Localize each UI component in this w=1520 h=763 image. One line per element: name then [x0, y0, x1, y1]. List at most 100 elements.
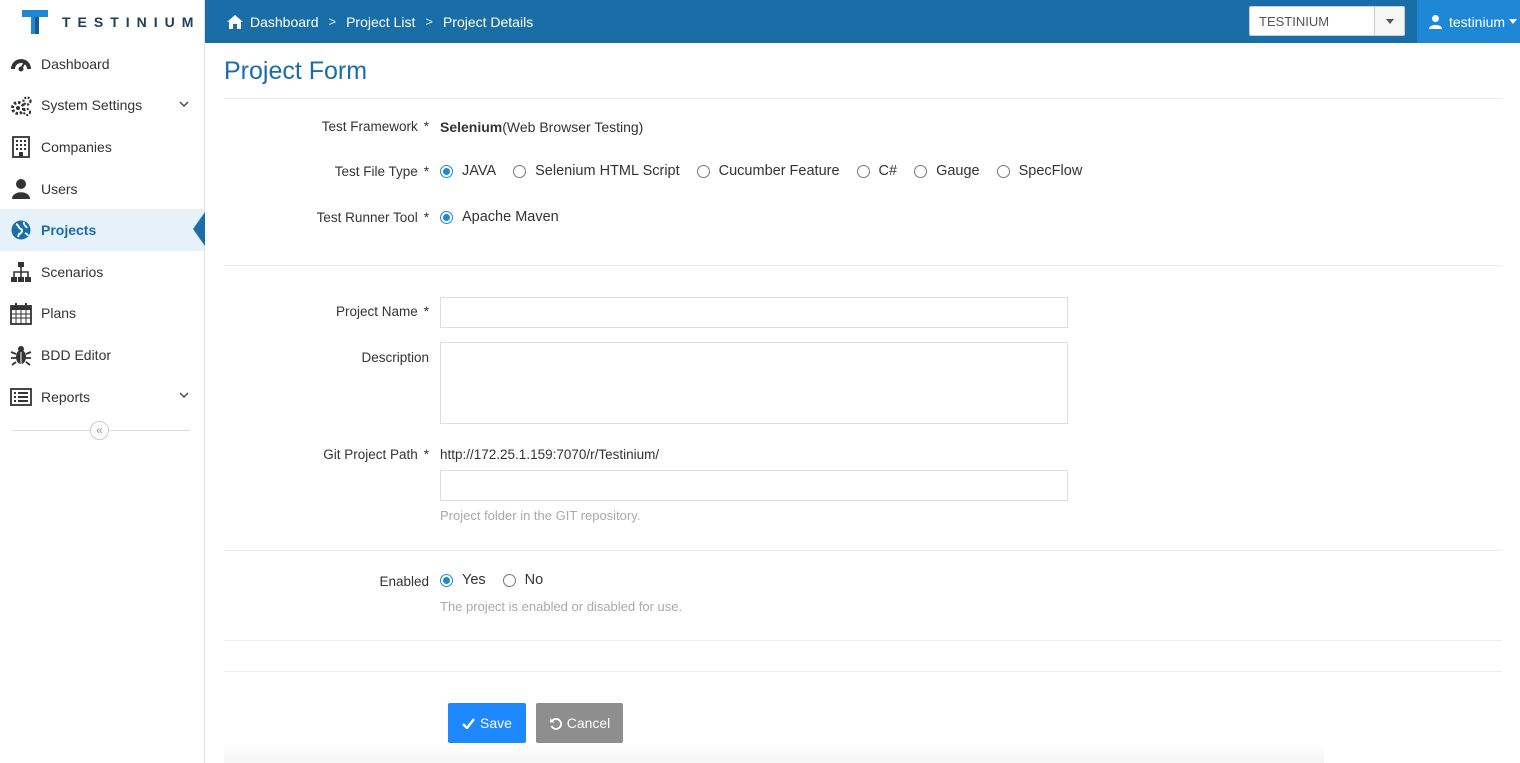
- sitemap-icon: [11, 261, 31, 282]
- breadcrumb-separator: >: [328, 14, 337, 29]
- radio-enabled-yes[interactable]: Yes: [440, 572, 486, 588]
- project-name-input[interactable]: [440, 297, 1068, 328]
- gears-icon: [11, 95, 32, 116]
- user-icon: [12, 178, 30, 199]
- breadcrumb: Dashboard > Project List > Project Detai…: [226, 0, 533, 43]
- radio-button[interactable]: [440, 210, 453, 224]
- radio-button[interactable]: [914, 164, 928, 178]
- sidebar-item-plans[interactable]: Plans: [0, 293, 204, 335]
- radio-java[interactable]: JAVA: [440, 163, 496, 179]
- radio-label: No: [524, 572, 544, 588]
- description-textarea[interactable]: [440, 342, 1068, 424]
- git-base-url: http://172.25.1.159:7070/r/Testinium/: [440, 447, 660, 462]
- sidebar-item-projects[interactable]: Projects: [0, 209, 205, 251]
- enabled-label: Enabled: [224, 574, 429, 589]
- required-marker: *: [423, 164, 429, 179]
- divider: [224, 550, 1502, 551]
- sidebar-item-label: Companies: [41, 138, 112, 155]
- sidebar-item-dashboard[interactable]: Dashboard: [0, 43, 204, 85]
- sidebar-item-label: System Settings: [41, 97, 143, 114]
- label-text: Project Name: [335, 304, 418, 319]
- radio-label: JAVA: [462, 163, 497, 179]
- sidebar-item-users[interactable]: Users: [0, 168, 204, 210]
- check-icon: [462, 717, 475, 729]
- page-title: Project Form: [224, 57, 368, 85]
- home-icon[interactable]: [226, 14, 244, 30]
- sidebar-item-label: Dashboard: [41, 55, 110, 72]
- collapse-sidebar-button[interactable]: «: [90, 421, 109, 440]
- radio-label: SpecFlow: [1018, 163, 1083, 179]
- sidebar-item-label: Projects: [41, 222, 97, 239]
- radio-button[interactable]: [696, 164, 710, 178]
- radio-cucumber-feature[interactable]: Cucumber Feature: [696, 163, 840, 179]
- radio-button[interactable]: [440, 573, 453, 587]
- sidebar-item-system-settings[interactable]: System Settings: [0, 85, 204, 127]
- radio-gauge[interactable]: Gauge: [914, 163, 980, 179]
- chevron-down-icon[interactable]: [1374, 7, 1404, 35]
- enabled-help-text: The project is enabled or disabled for u…: [440, 599, 683, 614]
- radio-apache-maven[interactable]: Apache Maven: [440, 209, 559, 225]
- caret-down-icon: [1509, 19, 1518, 24]
- sidebar-item-companies[interactable]: Companies: [0, 126, 204, 168]
- cancel-button-label: Cancel: [566, 715, 611, 731]
- sidebar-item-reports[interactable]: Reports: [0, 376, 204, 418]
- git-project-path-label: Git Project Path *: [224, 447, 429, 462]
- git-path-help-text: Project folder in the GIT repository.: [440, 508, 641, 523]
- breadcrumb-dashboard[interactable]: Dashboard: [250, 14, 319, 30]
- user-icon: [1429, 15, 1442, 29]
- required-marker: *: [423, 304, 429, 319]
- test-file-type-label: Test File Type *: [224, 164, 429, 179]
- chevron-down-icon[interactable]: [179, 390, 189, 400]
- divider: [224, 640, 1502, 641]
- project-name-label: Project Name *: [224, 304, 429, 319]
- radio-specflow[interactable]: SpecFlow: [996, 163, 1083, 179]
- sidebar-item-label: BDD Editor: [41, 346, 112, 363]
- label-text: Description: [361, 350, 429, 365]
- label-text: Test File Type: [334, 164, 418, 179]
- sidebar: Dashboard System Settings Companies User…: [0, 43, 205, 763]
- test-runner-tool-radios: Apache Maven: [440, 209, 576, 225]
- test-framework-value: Selenium(Web Browser Testing): [440, 119, 643, 135]
- main-content: Project Form Test Framework * Selenium(We…: [224, 43, 1502, 763]
- sidebar-item-scenarios[interactable]: Scenarios: [0, 251, 204, 293]
- breadcrumb-project-list[interactable]: Project List: [346, 14, 415, 30]
- radio-enabled-no[interactable]: No: [502, 572, 544, 588]
- divider: [224, 98, 1502, 99]
- dashboard-icon: [11, 59, 31, 72]
- bug-icon: [10, 346, 32, 366]
- save-button-label: Save: [480, 715, 512, 731]
- sidebar-item-label: Scenarios: [41, 263, 104, 280]
- cancel-button[interactable]: Cancel: [536, 703, 623, 743]
- divider: [224, 265, 1502, 266]
- building-icon: [12, 136, 30, 159]
- radio-button[interactable]: [513, 164, 527, 178]
- tenant-select[interactable]: TESTINIUM: [1249, 6, 1405, 36]
- radio-label: Selenium HTML Script: [535, 163, 680, 179]
- radio-button[interactable]: [440, 164, 453, 178]
- sidebar-item-bdd-editor[interactable]: BDD Editor: [0, 334, 204, 376]
- logo[interactable]: TESTINIUM: [0, 0, 205, 43]
- radio-button[interactable]: [856, 164, 870, 178]
- chevron-down-icon[interactable]: [179, 99, 189, 109]
- label-text: Enabled: [379, 574, 429, 589]
- radio-label: Apache Maven: [462, 209, 559, 225]
- required-marker: *: [423, 447, 429, 462]
- sidebar-item-label: Reports: [41, 388, 91, 405]
- user-menu[interactable]: testinium: [1417, 0, 1520, 43]
- save-button[interactable]: Save: [448, 703, 526, 743]
- radio-button[interactable]: [502, 573, 516, 587]
- label-text: Git Project Path: [323, 447, 418, 462]
- globe-icon: [11, 220, 31, 240]
- radio-button[interactable]: [996, 164, 1010, 178]
- top-bar: TESTINIUM Dashboard > Project List > Pro…: [0, 0, 1520, 43]
- label-text: Test Framework: [321, 119, 418, 134]
- sidebar-item-label: Plans: [41, 305, 77, 322]
- radio-selenium-html-script[interactable]: Selenium HTML Script: [513, 163, 680, 179]
- radio-csharp[interactable]: C#: [856, 163, 898, 179]
- radio-label: C#: [878, 163, 898, 179]
- testinium-logo-icon: [22, 10, 48, 34]
- breadcrumb-project-details: Project Details: [442, 13, 534, 30]
- radio-label: Yes: [462, 572, 486, 588]
- breadcrumb-separator: >: [425, 14, 433, 29]
- git-project-path-input[interactable]: [440, 470, 1068, 501]
